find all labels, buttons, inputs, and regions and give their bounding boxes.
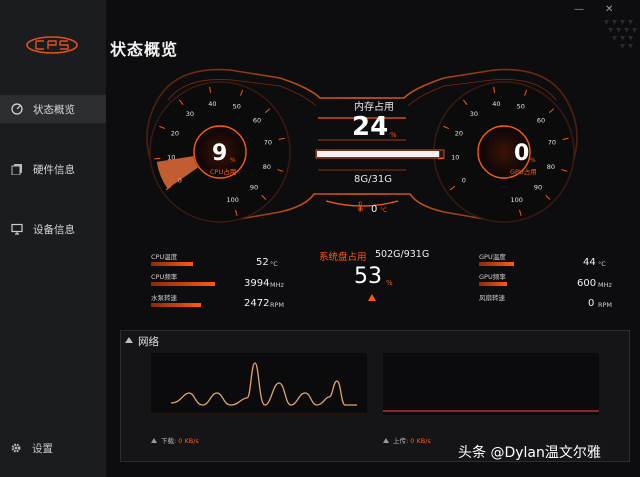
cpu-freq-bar [151, 282, 215, 286]
dashboard-icon [11, 103, 23, 115]
corner-decoration [604, 20, 637, 49]
fan-speed-value: 0 [588, 298, 595, 309]
cpu-usage-unit: % [230, 157, 236, 164]
collapse-triangle-icon[interactable] [125, 337, 133, 343]
memory-unit: % [390, 131, 397, 139]
gpu-freq-unit: MHz [598, 281, 612, 289]
cpu-gauge-tick-label: 90 [250, 184, 258, 192]
gpu-gauge-tick-label: 10 [451, 154, 459, 162]
gpu-freq-bar [479, 282, 507, 286]
hardware-icon [11, 164, 22, 175]
download-triangle-icon [151, 438, 157, 443]
cpu-gauge-tick-mark [154, 157, 161, 160]
cpu-gauge-tick-label: 50 [233, 102, 241, 110]
cpu-temp-value: 52 [256, 257, 269, 268]
gpu-temp-bar [479, 262, 515, 266]
fan-speed-unit: RPM [598, 301, 613, 309]
memory-title: 内存占用 [354, 102, 394, 113]
minimize-button[interactable]: — [574, 4, 584, 15]
pump-speed-label: 水泵转速 [151, 294, 177, 302]
gpu-freq-value: 600 [577, 278, 597, 289]
sidebar-item-hardware-info[interactable]: 硬件信息 [0, 155, 106, 183]
settings-button[interactable]: 设置 [0, 436, 106, 460]
disk-label: 系统盘占用 [319, 252, 367, 263]
gpu-gauge-tick-label: 30 [470, 110, 478, 118]
fan-speed-label: 风扇转速 [479, 294, 505, 302]
disk-percent: 53 [354, 264, 382, 289]
pump-speed-bar [151, 303, 201, 307]
watermark: 头条 @Dylan温文尔雅 [458, 445, 601, 461]
temperature-unit: °C [380, 207, 388, 214]
gpu-gauge-tick-label: 50 [517, 102, 525, 110]
cpu-freq-unit: MHz [270, 281, 284, 289]
sidebar-item-device-info[interactable]: 设备信息 [0, 215, 106, 243]
gpu-freq-label: GPU频率 [479, 273, 506, 281]
cpu-gauge-tick-label: 100 [226, 196, 238, 204]
pump-speed-unit: RPM [270, 301, 285, 309]
gpu-gauge-tick-label: 0 [462, 177, 466, 185]
cpu-usage-value: 9 [212, 141, 228, 166]
download-speed: 下载: 0 KB/s [151, 435, 199, 445]
gpu-temp-value: 44 [583, 257, 596, 268]
app-logo [26, 36, 78, 54]
upload-unit: KB/s [416, 437, 431, 445]
gpu-usage-unit: % [530, 157, 536, 164]
pump-speed-value: 2472 [244, 298, 270, 309]
upload-speed: 上传: 0 KB/s [383, 435, 431, 445]
gpu-gauge-tick-label: 60 [537, 116, 545, 124]
cpu-temp-label: CPU温度 [151, 253, 178, 261]
gpu-gauge-tick-label: 90 [534, 184, 542, 192]
sidebar-item-label: 硬件信息 [33, 163, 75, 176]
download-line [170, 362, 357, 406]
cpu-temp-unit: °C [270, 260, 278, 268]
memory-bar-fill [317, 151, 440, 157]
download-value: 0 [178, 437, 183, 445]
sidebar-item-status-overview[interactable]: 状态概览 [0, 95, 106, 123]
cpu-usage-label: CPU占用 [210, 168, 237, 176]
monitor-icon [11, 223, 23, 235]
cpu-temp-bar [151, 262, 193, 266]
download-graph [151, 353, 367, 415]
memory-percent: 24 [352, 112, 389, 142]
gpu-gauge-tick-label: 70 [548, 138, 556, 146]
gpu-temp-unit: °C [598, 260, 606, 268]
cpu-gauge-tick-label: 60 [253, 116, 261, 124]
gpu-usage-label: GPU占用 [510, 168, 537, 176]
network-title: 网络 [138, 336, 159, 348]
memory-usage: 8G/31G [354, 174, 392, 185]
thermometer-icon: 🌡 [354, 202, 367, 213]
sidebar-item-label: 设备信息 [33, 223, 75, 236]
cpu-freq-label: CPU频率 [151, 273, 178, 281]
cpu-gauge-tick-label: 70 [264, 138, 272, 146]
cpu-gauge-tick-label: 20 [171, 129, 179, 137]
upload-label: 上传: [393, 437, 409, 445]
settings-label: 设置 [32, 442, 53, 455]
disk-up-arrow-icon [368, 294, 376, 301]
upload-graph [383, 353, 599, 415]
sidebar-item-label: 状态概览 [33, 103, 75, 116]
upload-value: 0 [410, 437, 415, 445]
disk-unit: % [386, 279, 393, 287]
gpu-gauge-tick-label: 20 [455, 129, 463, 137]
cpu-freq-value: 3994 [244, 278, 270, 289]
cpu-gauge-tick-label: 80 [263, 163, 271, 171]
gear-icon [11, 443, 21, 453]
disk-usage: 502G/931G [375, 249, 430, 260]
main-content: 状态概览 — ✕ 0 10 20 30 40 50 60 70 80 90 10… [106, 0, 640, 477]
cpu-gauge-tick-label: 40 [208, 100, 216, 108]
temperature-value: 0 [371, 204, 378, 215]
download-unit: KB/s [184, 437, 199, 445]
gpu-gauge-tick-label: 100 [510, 196, 522, 204]
gpu-temp-label: GPU温度 [479, 253, 506, 261]
sidebar: 状态概览 硬件信息 设备信息 设置 [0, 0, 106, 477]
cpu-gauge-tick-label: 30 [186, 110, 194, 118]
upload-triangle-icon [383, 438, 389, 443]
gpu-gauge-tick-label: 40 [492, 100, 500, 108]
gpu-gauge-tick-label: 80 [547, 163, 555, 171]
download-label: 下载: [161, 437, 177, 445]
gpu-usage-value: 0 [514, 141, 530, 166]
